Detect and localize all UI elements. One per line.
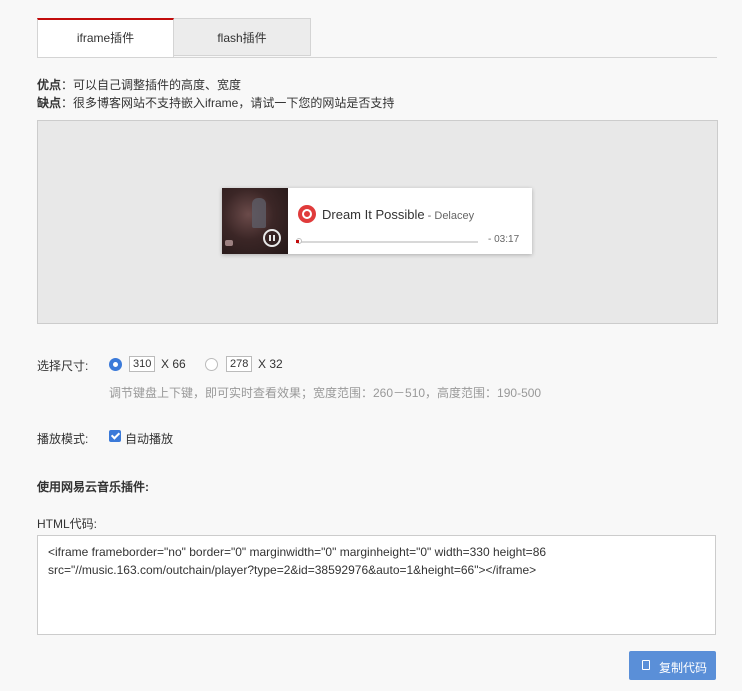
tab-flash-plugin[interactable]: flash插件 — [174, 18, 311, 56]
size-hint: 调节键盘上下键，即可实时查看效果；宽度范围：260－510，高度范围：190-5… — [109, 386, 542, 400]
size-option-310-radio[interactable] — [109, 358, 122, 371]
copy-code-label: 复制代码 — [659, 661, 708, 675]
player-preview: Dream It Possible - Delacey - 03:17 — [37, 120, 718, 324]
copy-code-button[interactable]: 复制代码 — [629, 651, 716, 680]
album-cover — [222, 188, 288, 254]
progress-bar[interactable] — [296, 238, 478, 244]
autoplay-checkbox[interactable] — [109, 430, 121, 442]
plugin-tabs: iframe插件 flash插件 — [37, 18, 717, 58]
width-278-input[interactable]: 278 — [226, 356, 253, 372]
size-option-278-radio[interactable] — [205, 358, 218, 371]
netease-music-icon — [298, 205, 316, 223]
cons-label: 缺点 — [37, 96, 62, 110]
song-artist: - Delacey — [424, 210, 475, 222]
song-info: Dream It Possible - Delacey — [322, 207, 474, 222]
plugin-heading: 使用网易云音乐插件: — [37, 480, 149, 494]
play-mode-label: 播放模式: — [37, 432, 89, 446]
cons-line: 缺点：很多博客网站不支持嵌入iframe，请试一下您的网站是否支持 — [37, 94, 394, 112]
cover-figure-image — [252, 198, 266, 228]
song-title: Dream It Possible — [322, 207, 425, 222]
width-310-input[interactable]: 310 — [129, 356, 156, 372]
tab-iframe-plugin[interactable]: iframe插件 — [37, 18, 174, 57]
pros-text: ：可以自己调整插件的高度、宽度 — [61, 78, 242, 92]
html-code-textarea[interactable]: <iframe frameborder="no" border="0" marg… — [37, 535, 716, 635]
size-option-310-height: X 66 — [161, 357, 186, 371]
progress-played — [296, 240, 299, 243]
copy-icon — [642, 660, 650, 670]
music-player-widget: Dream It Possible - Delacey - 03:17 — [222, 188, 532, 254]
html-code-label: HTML代码: — [37, 517, 98, 531]
pros-line: 优点：可以自己调整插件的高度、宽度 — [37, 76, 394, 94]
remaining-time: - 03:17 — [488, 234, 520, 245]
pause-button[interactable] — [263, 229, 281, 247]
size-option-278-height: X 32 — [258, 357, 283, 371]
size-label: 选择尺寸: — [37, 359, 89, 373]
pros-label: 优点 — [37, 78, 62, 92]
cons-text: ：很多博客网站不支持嵌入iframe，请试一下您的网站是否支持 — [61, 96, 395, 110]
plugin-description: 优点：可以自己调整插件的高度、宽度 缺点：很多博客网站不支持嵌入iframe，请… — [37, 76, 394, 112]
cover-logo-mark — [225, 240, 233, 246]
autoplay-label[interactable]: 自动播放 — [125, 430, 173, 447]
